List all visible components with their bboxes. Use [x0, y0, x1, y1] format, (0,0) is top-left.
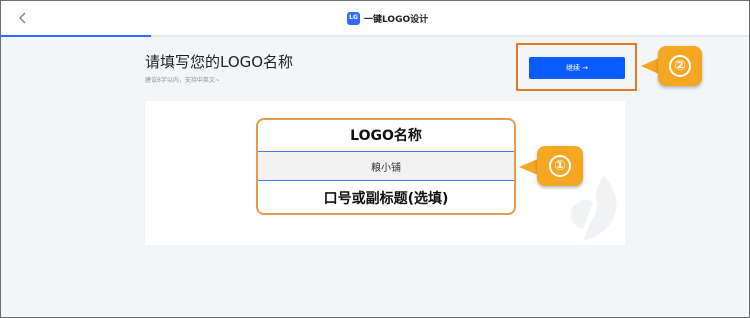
callout-one-pointer — [519, 159, 538, 175]
logo-form: LOGO名称 粮小铺 口号或副标题(选填) — [256, 118, 516, 215]
logo-name-label: LOGO名称 — [350, 128, 422, 144]
page-subtitle: 建议6字以内，支持中英文~ — [145, 77, 220, 84]
app-window: LG 一键LOGO设计 请填写您的LOGO名称 建议6字以内，支持中英文~ 继续… — [0, 0, 750, 318]
callout-two: ② — [658, 46, 702, 86]
slogan-label: 口号或副标题(选填) — [323, 190, 449, 207]
callout-two-pointer — [641, 58, 659, 74]
callout-two-number: ② — [669, 55, 691, 77]
top-bar: LG 一键LOGO设计 — [1, 1, 749, 35]
app-logo-icon: LG — [347, 11, 360, 25]
app-title: 一键LOGO设计 — [364, 14, 429, 25]
continue-button[interactable]: 继续 → — [529, 57, 625, 79]
page-title: 请填写您的LOGO名称 — [145, 53, 294, 71]
callout-one: ① — [537, 146, 583, 186]
progress-fill — [1, 35, 151, 37]
logo-name-input[interactable]: 粮小铺 — [258, 151, 514, 181]
back-chevron-icon[interactable] — [16, 11, 30, 25]
app-title-group: LG 一键LOGO设计 — [347, 10, 428, 26]
progress-bar — [1, 35, 749, 37]
callout-one-number: ① — [549, 155, 571, 177]
